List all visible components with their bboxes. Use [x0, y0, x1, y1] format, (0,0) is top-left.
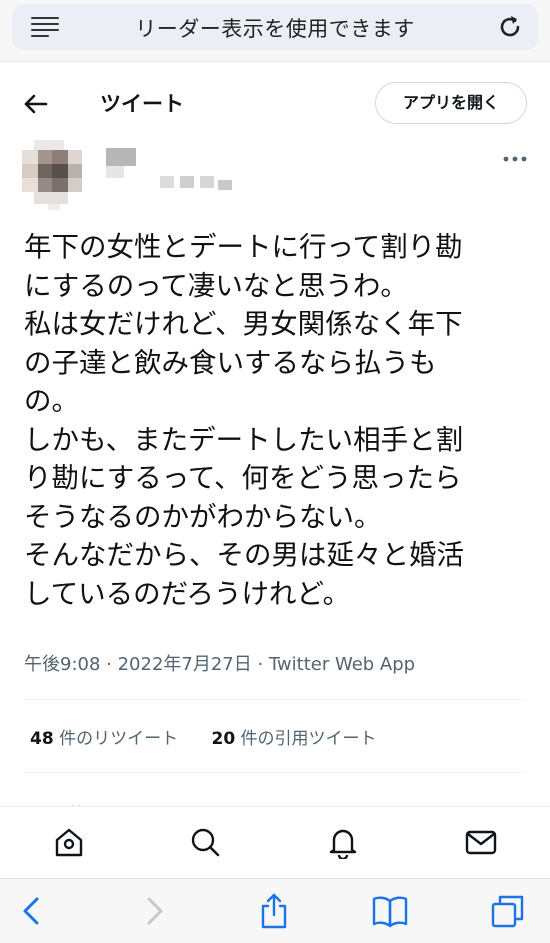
- tweet-line: 年下の女性とデートに行って割り勘: [24, 231, 463, 263]
- tweet-line: しかも、またデートしたい相手と割: [24, 423, 464, 456]
- author-name-censored[interactable]: [100, 146, 240, 196]
- avatar[interactable]: [20, 140, 84, 210]
- forward-chevron-icon: [147, 897, 163, 925]
- more-options-icon[interactable]: [503, 154, 527, 164]
- share-icon[interactable]: [256, 893, 292, 929]
- home-icon[interactable]: [52, 825, 86, 859]
- back-arrow-icon[interactable]: [22, 90, 50, 118]
- page-title: ツイート: [100, 92, 184, 116]
- browser-toolbar: [0, 878, 550, 943]
- tweet-line: そんなだから、その男は延々と婚活: [24, 539, 464, 571]
- tweet-line: 私は女だけれど、男女関係なく年下: [24, 308, 463, 340]
- tweet-line: の子達と飲み食いするなら払うも: [24, 346, 437, 379]
- tweet-line: り勘にするって、何をどう思ったら: [24, 462, 462, 494]
- divider: [24, 772, 526, 773]
- tweet-line: そうなるのかがわからない。: [24, 500, 382, 533]
- tweet-stats: 48 件のリツイート 20 件の引用ツイート: [30, 724, 405, 749]
- open-app-button[interactable]: アプリを開く: [375, 82, 527, 124]
- tweet-text: 年下の女性とデートに行って割り勘 にするのって凄いなと思うわ。 私は女だけれど、…: [24, 228, 524, 613]
- reader-mode-pill[interactable]: リーダー表示を使用できます: [12, 4, 538, 50]
- retweets-stat[interactable]: 48 件のリツイート: [30, 724, 178, 749]
- messages-envelope-icon[interactable]: [464, 825, 498, 859]
- tabs-icon[interactable]: [490, 893, 526, 929]
- bookmarks-book-icon[interactable]: [372, 893, 408, 929]
- tweet-line: しているのだろうけれど。: [24, 577, 351, 610]
- notifications-bell-icon[interactable]: [326, 825, 360, 859]
- twitter-bottom-nav: [0, 806, 550, 878]
- tweet-timestamp[interactable]: 午後9:08 · 2022年7月27日 · Twitter Web App: [24, 650, 415, 676]
- tweet-line: の。: [24, 385, 79, 417]
- browser-address-bar: リーダー表示を使用できます: [0, 0, 550, 62]
- reader-mode-message: リーダー表示を使用できます: [135, 17, 415, 41]
- reload-icon[interactable]: [496, 13, 524, 41]
- quote-tweets-stat[interactable]: 20 件の引用ツイート: [211, 724, 376, 749]
- search-icon[interactable]: [188, 825, 222, 859]
- divider: [24, 699, 526, 700]
- back-chevron-icon[interactable]: [14, 893, 50, 929]
- tweet-header: ツイート アプリを開く: [0, 68, 550, 138]
- tweet-line: にするのって凄いなと思うわ。: [24, 269, 408, 302]
